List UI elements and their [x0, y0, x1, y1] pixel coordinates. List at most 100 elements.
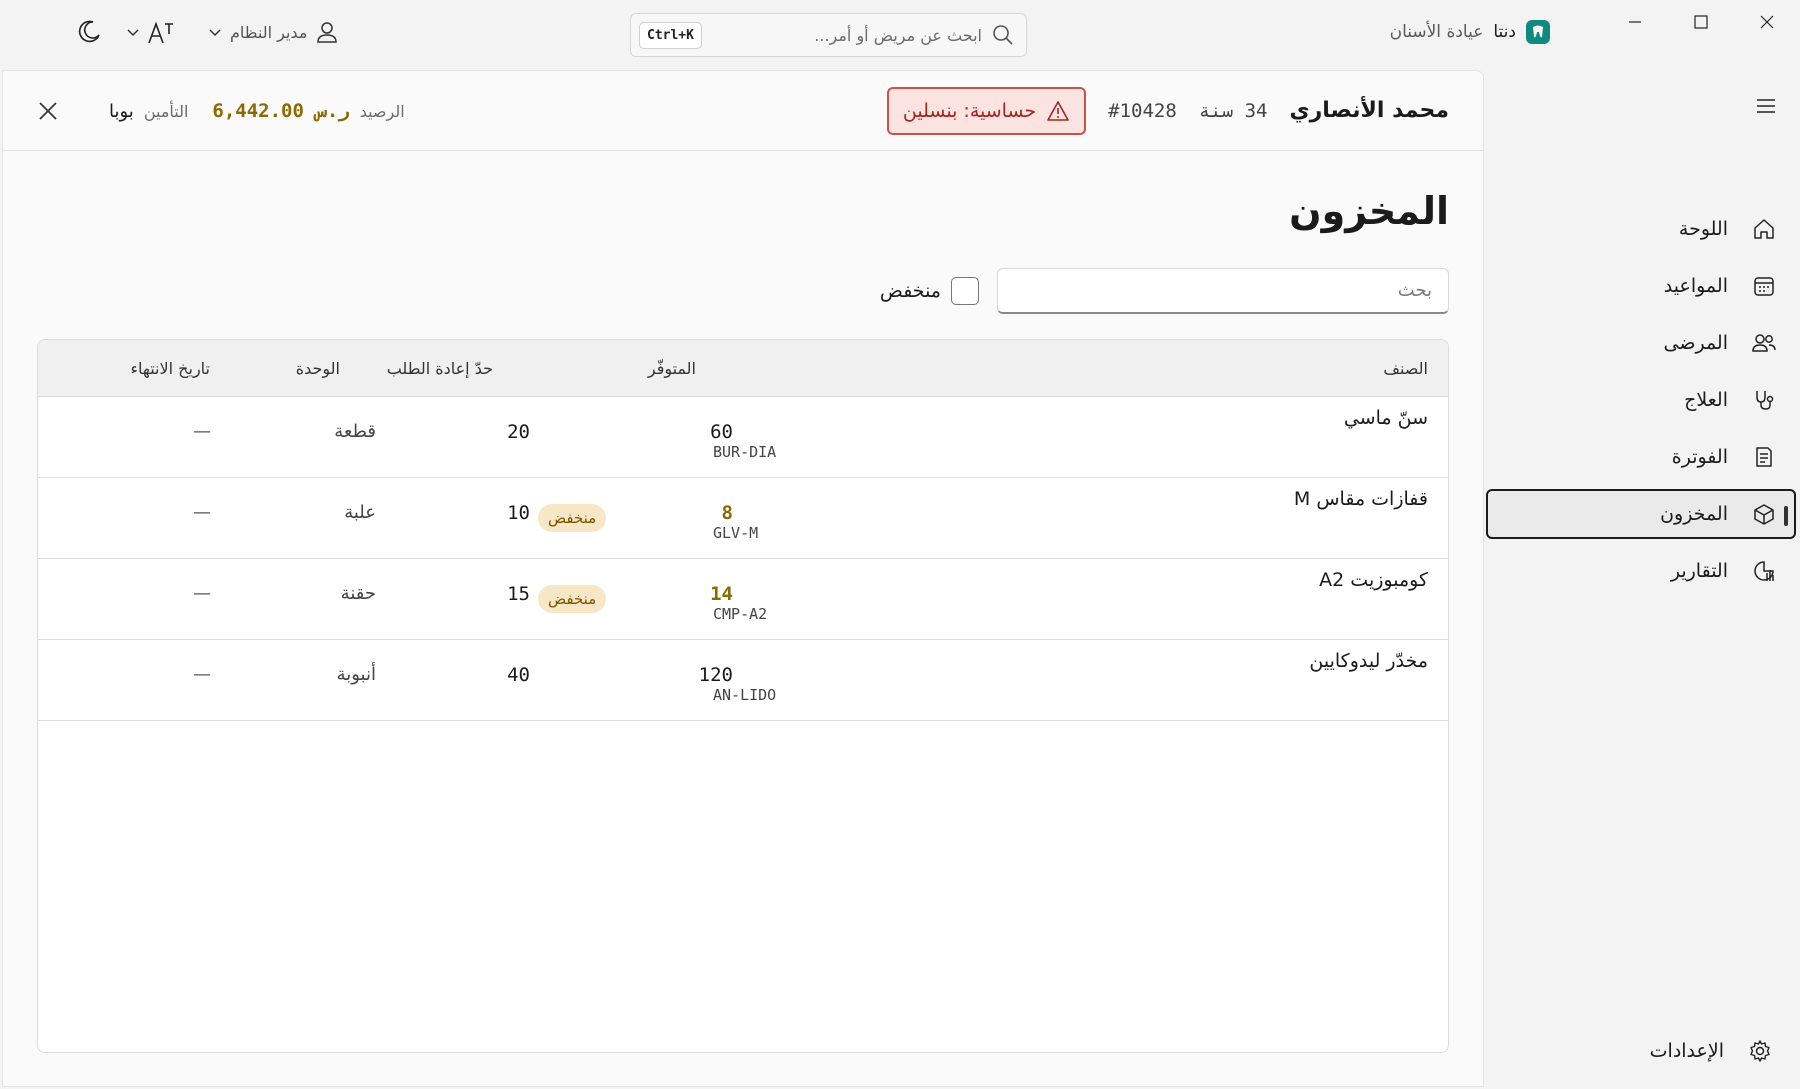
allergy-text: حساسية: بنسلين — [902, 99, 1037, 122]
available-qty: 8 — [721, 502, 733, 524]
calendar-icon — [1750, 272, 1778, 300]
minimize-button[interactable] — [1602, 0, 1668, 44]
home-icon — [1750, 215, 1778, 243]
menu-toggle-button[interactable] — [1754, 94, 1778, 118]
text-size-icon — [148, 21, 173, 44]
global-search-placeholder: ابحث عن مريض أو أمر... — [814, 25, 982, 45]
patient-id: #10428 — [1108, 99, 1177, 122]
gear-icon — [1746, 1037, 1774, 1065]
top-left-tools: مدير النظام — [76, 18, 339, 46]
close-icon — [39, 102, 57, 120]
brand-name: دنتا — [1493, 22, 1516, 42]
low-stock-badge: منخفض — [538, 585, 607, 613]
shortcut-hint: Ctrl+K — [639, 21, 702, 49]
expiry-date: — — [193, 502, 211, 523]
app-brand: دنتا عيادة الأسنان — [1390, 20, 1550, 44]
balance-label: الرصيد — [359, 101, 405, 121]
unit: علبة — [344, 502, 376, 523]
user-menu[interactable]: مدير النظام — [208, 20, 339, 44]
close-patient-button[interactable] — [37, 100, 59, 122]
sidebar-item-label: الفوترة — [1671, 446, 1728, 468]
low-stock-checkbox[interactable] — [951, 277, 979, 305]
table-row[interactable]: قفازات مقاس M GLV-M 8 منخفض 10 علبة — — [38, 478, 1448, 559]
item-code: BUR-DIA — [713, 443, 777, 461]
hamburger-icon — [1757, 99, 1775, 113]
unit: أنبوبة — [336, 664, 376, 685]
sidebar-item-label: اللوحة — [1678, 218, 1728, 240]
item-code: CMP-A2 — [713, 605, 768, 623]
sidebar-item-appointments[interactable]: المواعيد — [1486, 261, 1796, 311]
box-icon — [1750, 500, 1778, 528]
item-name: مخدّر ليدوكايين — [1309, 650, 1428, 672]
close-icon — [1760, 15, 1774, 29]
chevron-down-icon — [209, 29, 221, 37]
sidebar-item-settings[interactable]: الإعدادات — [1482, 1026, 1792, 1076]
inventory-search-input[interactable] — [997, 268, 1449, 314]
text-size-menu[interactable] — [126, 18, 174, 46]
insurance-value: بوبا — [109, 100, 134, 122]
user-icon — [317, 22, 338, 43]
table-header: الصنف المتوفّر حدّ إعادة الطلب الوحدة تا… — [38, 340, 1448, 397]
reorder-level: 20 — [507, 421, 530, 443]
page-title: المخزون — [1289, 189, 1449, 233]
sidebar-item-label: المرضى — [1663, 332, 1728, 354]
search-icon — [992, 24, 1014, 46]
insurance-label: التأمين — [143, 101, 189, 121]
sidebar-item-dashboard[interactable]: اللوحة — [1486, 204, 1796, 254]
sidebar-item-inventory[interactable]: المخزون — [1486, 489, 1796, 539]
minimize-icon — [1629, 21, 1641, 23]
warning-icon — [1047, 100, 1069, 121]
available-qty: 120 — [698, 664, 733, 686]
column-header-expiry[interactable]: تاريخ الانتهاء — [130, 359, 210, 378]
patient-name[interactable]: محمد الأنصاري — [1289, 98, 1449, 123]
column-header-available[interactable]: المتوفّر — [648, 359, 696, 378]
user-role: مدير النظام — [230, 22, 308, 42]
patient-age: 34 سنة — [1198, 99, 1268, 122]
item-name: قفازات مقاس M — [1293, 488, 1428, 510]
sidebar-item-label: العلاج — [1684, 389, 1728, 411]
sidebar-item-reports[interactable]: التقارير — [1486, 546, 1796, 596]
tooth-logo-icon — [1526, 20, 1550, 44]
column-header-unit[interactable]: الوحدة — [296, 359, 340, 378]
filter-row: منخفض — [880, 268, 1449, 314]
sidebar-item-label: المواعيد — [1663, 275, 1728, 297]
sidebar-item-patients[interactable]: المرضى — [1486, 318, 1796, 368]
sidebar-item-billing[interactable]: الفوترة — [1486, 432, 1796, 482]
sidebar-nav: اللوحة المواعيد المرضى العلاج الفوترة ال… — [1486, 204, 1800, 603]
sidebar-item-label: الإعدادات — [1649, 1040, 1724, 1062]
available-qty: 14 — [710, 583, 733, 605]
column-header-item[interactable]: الصنف — [1383, 359, 1428, 378]
unit: حقنة — [340, 583, 376, 604]
invoice-icon — [1750, 443, 1778, 471]
theme-toggle-button[interactable] — [76, 19, 102, 45]
inventory-table: الصنف المتوفّر حدّ إعادة الطلب الوحدة تا… — [37, 339, 1449, 1053]
sidebar-item-treatment[interactable]: العلاج — [1486, 375, 1796, 425]
item-code: GLV-M — [713, 524, 759, 542]
brand-subtitle: عيادة الأسنان — [1389, 22, 1484, 42]
patient-header: محمد الأنصاري 34 سنة #10428 حساسية: بنسل… — [3, 71, 1483, 151]
table-row[interactable]: كومبوزيت A2 CMP-A2 14 منخفض 15 حقنة — — [38, 559, 1448, 640]
close-window-button[interactable] — [1734, 0, 1800, 44]
low-stock-filter[interactable]: منخفض — [880, 277, 979, 305]
expiry-date: — — [193, 664, 211, 685]
patient-financials: بوبا التأمين 6,442.00 ر.س الرصيد — [37, 71, 405, 151]
chevron-down-icon — [127, 29, 139, 37]
expiry-date: — — [193, 583, 211, 604]
title-bar: دنتا عيادة الأسنان ابحث عن مريض أو أمر..… — [0, 0, 1800, 70]
global-search[interactable]: ابحث عن مريض أو أمر... Ctrl+K — [630, 13, 1027, 57]
table-row[interactable]: مخدّر ليدوكايين AN-LIDO 120 40 أنبوبة — — [38, 640, 1448, 721]
table-row[interactable]: سنّ ماسي BUR-DIA 60 20 قطعة — — [38, 397, 1448, 478]
balance-value: 6,442.00 ر.س — [212, 100, 350, 122]
people-icon — [1750, 329, 1778, 357]
unit: قطعة — [334, 421, 376, 442]
sidebar-item-label: التقارير — [1670, 560, 1728, 582]
window-controls — [1602, 0, 1800, 44]
maximize-button[interactable] — [1668, 0, 1734, 44]
sidebar: اللوحة المواعيد المرضى العلاج الفوترة ال… — [1486, 70, 1800, 1089]
column-header-reorder[interactable]: حدّ إعادة الطلب — [387, 359, 493, 378]
main-panel: محمد الأنصاري 34 سنة #10428 حساسية: بنسل… — [2, 70, 1484, 1087]
reorder-level: 40 — [507, 664, 530, 686]
sidebar-item-label: المخزون — [1660, 503, 1728, 525]
expiry-date: — — [193, 421, 211, 442]
chart-icon — [1750, 557, 1778, 585]
